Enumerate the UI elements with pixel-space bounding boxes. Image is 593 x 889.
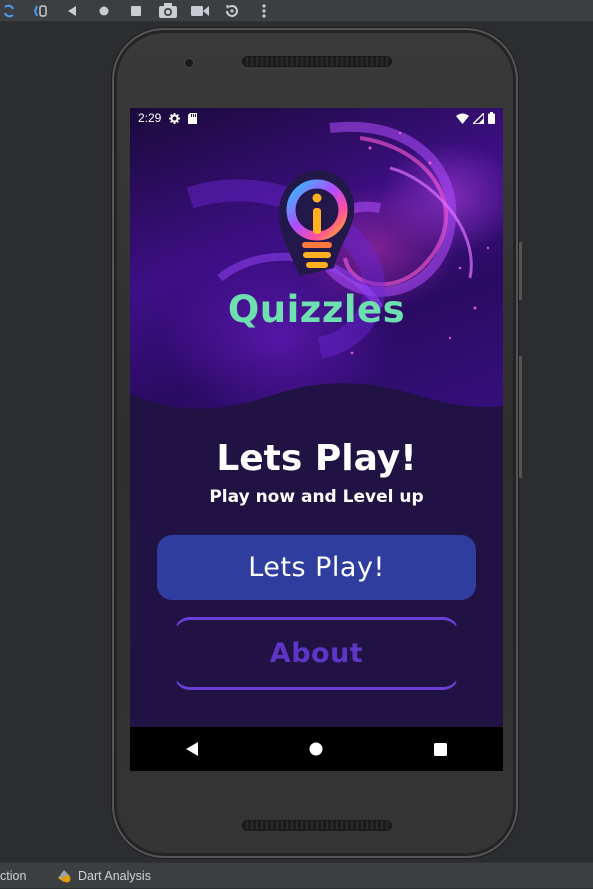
front-camera xyxy=(184,58,194,68)
hero-background: Quizzles xyxy=(130,108,503,448)
wave-divider xyxy=(130,383,503,448)
bottom-tab-label: ction xyxy=(0,868,27,883)
wifi-icon xyxy=(456,113,469,124)
bottom-tab-label: Dart Analysis xyxy=(78,868,151,883)
back-triangle-icon[interactable] xyxy=(56,0,88,22)
volume-button[interactable] xyxy=(519,356,522,478)
status-time: 2:29 xyxy=(138,111,162,125)
bottom-tab-dart-analysis[interactable]: Dart Analysis xyxy=(48,863,159,889)
home-icon[interactable] xyxy=(296,729,336,769)
more-vert-icon[interactable] xyxy=(248,0,280,22)
navigation-bar xyxy=(130,727,503,771)
dart-analysis-icon xyxy=(58,869,71,882)
app-screen: Quizzles 2:29 Lets Play! Play now and Le… xyxy=(130,108,503,771)
stop-square-icon[interactable] xyxy=(120,0,152,22)
bottom-tab-connection[interactable]: ction xyxy=(0,863,34,889)
camera-icon[interactable] xyxy=(152,0,184,22)
emulator-toolbar xyxy=(0,0,593,22)
settings-icon xyxy=(169,112,181,124)
bottom-speaker xyxy=(242,820,392,831)
signal-icon xyxy=(473,112,484,124)
video-icon[interactable] xyxy=(184,0,216,22)
recents-icon[interactable] xyxy=(421,729,461,769)
battery-icon xyxy=(488,112,495,124)
ide-bottom-bar: ction Dart Analysis xyxy=(0,862,593,888)
app-brand-title: Quizzles xyxy=(227,288,406,331)
subline: Play now and Level up xyxy=(209,487,424,507)
lightbulb-logo-icon xyxy=(278,170,355,276)
sd-card-icon xyxy=(188,112,198,124)
lets-play-button[interactable]: Lets Play! xyxy=(157,535,476,600)
rotate-icon[interactable] xyxy=(216,0,248,22)
sync-alt-icon[interactable] xyxy=(26,0,56,22)
sync-icon[interactable] xyxy=(0,0,26,22)
status-bar: 2:29 xyxy=(130,108,503,128)
top-speaker xyxy=(242,56,392,67)
about-button[interactable]: About xyxy=(174,617,459,690)
headline: Lets Play! xyxy=(216,438,417,479)
power-button[interactable] xyxy=(519,242,522,300)
home-circle-icon[interactable] xyxy=(88,0,120,22)
back-icon[interactable] xyxy=(172,729,212,769)
